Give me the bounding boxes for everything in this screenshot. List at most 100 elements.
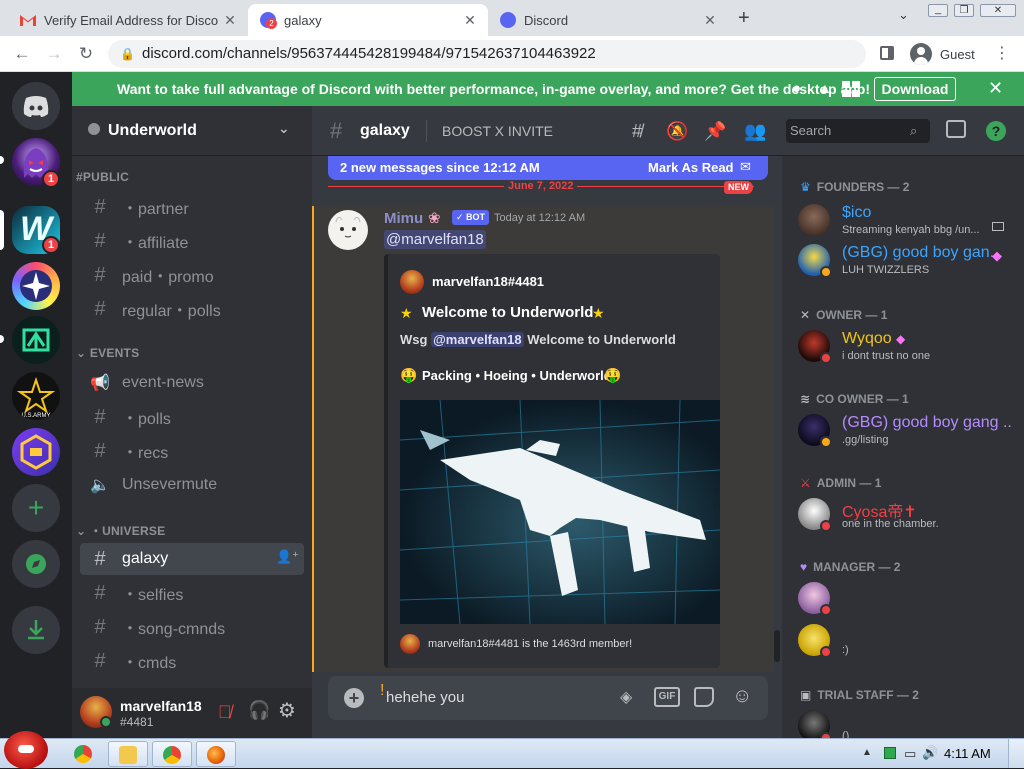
mimu-avatar[interactable] (328, 210, 368, 250)
reload-icon[interactable]: ↻ (74, 42, 98, 66)
member-item[interactable]: (GBG) good boy gang ... .gg/listing (798, 408, 1018, 452)
group-header-admin: ⚔ ADMIN — 1 (800, 476, 881, 490)
taskbar-firefox[interactable] (196, 741, 236, 767)
minimize-button[interactable]: _ (928, 4, 948, 17)
new-tab-plus-icon[interactable]: + (738, 7, 750, 30)
notification-bell-muted-icon[interactable]: 🔕 (666, 121, 688, 141)
category-public[interactable]: #PUBLIC (76, 170, 129, 184)
sticker-icon[interactable] (694, 687, 714, 707)
server-green[interactable] (12, 316, 60, 364)
member-status: i dont trust no one (842, 350, 931, 362)
channel-selfies[interactable]: # ・selfies (80, 577, 304, 609)
help-icon[interactable]: ? (986, 121, 1006, 141)
invite-member-icon[interactable]: 👤⁺ (276, 549, 299, 565)
star-icon: ★ (400, 305, 413, 321)
channel-song-cmnds[interactable]: # ・song-cmnds (80, 611, 304, 643)
speaker-icon: 🔈 (90, 477, 110, 494)
address-bar[interactable]: 🔒 discord.com/channels/95637444542819948… (108, 40, 866, 68)
pinned-messages-icon[interactable]: 📌 (704, 121, 726, 141)
headphones-icon[interactable]: 🎧 (248, 700, 270, 721)
server-us-army[interactable]: U.S.ARMY (12, 372, 60, 420)
profile-button[interactable]: Guest (908, 40, 982, 68)
member-item[interactable]: :) (798, 618, 1018, 662)
search-input[interactable]: Search ⌕ (786, 119, 930, 143)
close-tab-icon[interactable]: ✕ (702, 12, 718, 28)
mute-mic-icon[interactable]: 🎙̸ (218, 702, 232, 723)
channel-partner[interactable]: # ・partner (80, 191, 304, 223)
member-item[interactable]: $ico Streaming kenyah bbg /un... (798, 198, 1018, 242)
settings-gear-icon[interactable]: ⚙ (278, 698, 296, 723)
more-menu-icon[interactable]: ⋮ (994, 44, 1010, 64)
group-header-owner: ✕ OWNER — 1 (800, 308, 887, 322)
close-tab-icon[interactable]: ✕ (222, 12, 238, 28)
channel-paid-promo[interactable]: # paid・promo (80, 259, 304, 291)
server-underworld[interactable] (12, 428, 60, 476)
clock-time[interactable]: 4:11 AM (944, 746, 991, 761)
taskbar-chrome-pinned[interactable] (64, 741, 104, 767)
discord-home-button[interactable] (12, 82, 60, 130)
embed-author[interactable]: marvelfan18#4481 (432, 274, 544, 289)
embed-body-mention[interactable]: @marvelfan18 (431, 332, 524, 347)
close-window-button[interactable]: ✕ (980, 4, 1016, 17)
channel-polls[interactable]: # ・polls (80, 401, 304, 433)
channel-regular-polls[interactable]: # regular・polls (80, 293, 304, 325)
embed-author-avatar (400, 270, 424, 294)
tab-verify-email[interactable]: Verify Email Address for Disco ✕ (8, 4, 248, 36)
tab-galaxy[interactable]: 2 galaxy ✕ (248, 4, 488, 36)
volume-icon[interactable]: 🔊 (922, 745, 938, 761)
member-item[interactable]: () (798, 704, 1018, 738)
message-mention[interactable]: @marvelfan18 (384, 230, 486, 249)
reading-mode-icon[interactable] (880, 46, 894, 60)
tray-expand-icon[interactable]: ▲ (862, 747, 872, 758)
category-universe[interactable]: ⌄ ・UNIVERSE (76, 522, 165, 539)
add-server-button[interactable]: + (12, 484, 60, 532)
chat-header: # galaxy BOOST X INVITE #̸ 🔕 📌 👥 (312, 106, 782, 156)
hash-icon: # (94, 405, 106, 428)
server-star[interactable] (12, 262, 60, 310)
guild-header[interactable]: Underworld ⌄ (72, 106, 312, 156)
channel-unsevermute[interactable]: 🔈 Unsevermute (80, 469, 304, 501)
nitro-gift-icon[interactable]: ◈ (620, 687, 632, 707)
new-messages-bar[interactable]: 2 new messages since 12:12 AM Mark As Re… (328, 156, 768, 180)
member-item[interactable]: Wyqoo ◆ i dont trust no one (798, 324, 1018, 368)
tab-discord[interactable]: Discord ✕ (488, 4, 728, 36)
channel-recs[interactable]: # ・recs (80, 435, 304, 467)
message-input[interactable]: hehehe you (386, 689, 464, 706)
network-icon[interactable] (884, 747, 896, 759)
back-arrow-icon[interactable]: ← (10, 42, 34, 66)
upload-plus-icon[interactable]: + (344, 688, 364, 708)
mark-as-read-button[interactable]: Mark As Read (648, 160, 734, 175)
channel-cmds[interactable]: # ・cmds (80, 645, 304, 677)
chat-scrollbar-thumb[interactable] (774, 630, 780, 662)
embed-image-rifle[interactable] (400, 400, 720, 624)
channel-affiliate[interactable]: # ・affiliate (80, 225, 304, 257)
category-events[interactable]: ⌄ EVENTS (76, 346, 139, 360)
channel-topic[interactable]: BOOST X INVITE (442, 123, 553, 139)
tab-search-chevron-icon[interactable]: ⌄ (898, 7, 909, 23)
member-item[interactable]: (GBG) good boy gan... LUH TWIZZLERS ◆ (798, 238, 1018, 282)
show-desktop-button[interactable] (1008, 739, 1024, 768)
gif-icon[interactable]: GIF (654, 687, 680, 707)
forward-arrow-icon[interactable]: → (42, 42, 66, 66)
threads-icon[interactable]: #̸ (626, 121, 648, 141)
close-banner-icon[interactable]: ✕ (988, 78, 1003, 99)
member-list-icon[interactable]: 👥 (744, 121, 766, 141)
channel-event-news[interactable]: 📢 event-news (80, 367, 304, 399)
explore-servers-button[interactable] (12, 540, 60, 588)
channel-galaxy[interactable]: # galaxy 👤⁺ (80, 543, 304, 575)
message-author[interactable]: Mimu (384, 210, 423, 227)
member-item[interactable]: Cyosa帝✝ one in the chamber. (798, 492, 1018, 536)
windows-icon (842, 81, 860, 97)
restore-button[interactable]: ❐ (954, 4, 974, 17)
emoji-picker-icon[interactable]: ☺ (732, 685, 752, 708)
monitor-icon[interactable]: ▭ (904, 746, 916, 762)
member-item[interactable] (798, 576, 1018, 620)
download-button[interactable]: Download (874, 77, 956, 101)
inbox-icon[interactable] (946, 120, 966, 138)
taskbar-explorer[interactable] (108, 741, 148, 767)
start-button-angry-bird-icon[interactable] (4, 731, 48, 769)
emoji-icon: 🤑 (400, 367, 418, 383)
taskbar-chrome[interactable] (152, 741, 192, 767)
close-tab-icon[interactable]: ✕ (462, 12, 478, 28)
download-apps-button[interactable] (12, 606, 60, 654)
